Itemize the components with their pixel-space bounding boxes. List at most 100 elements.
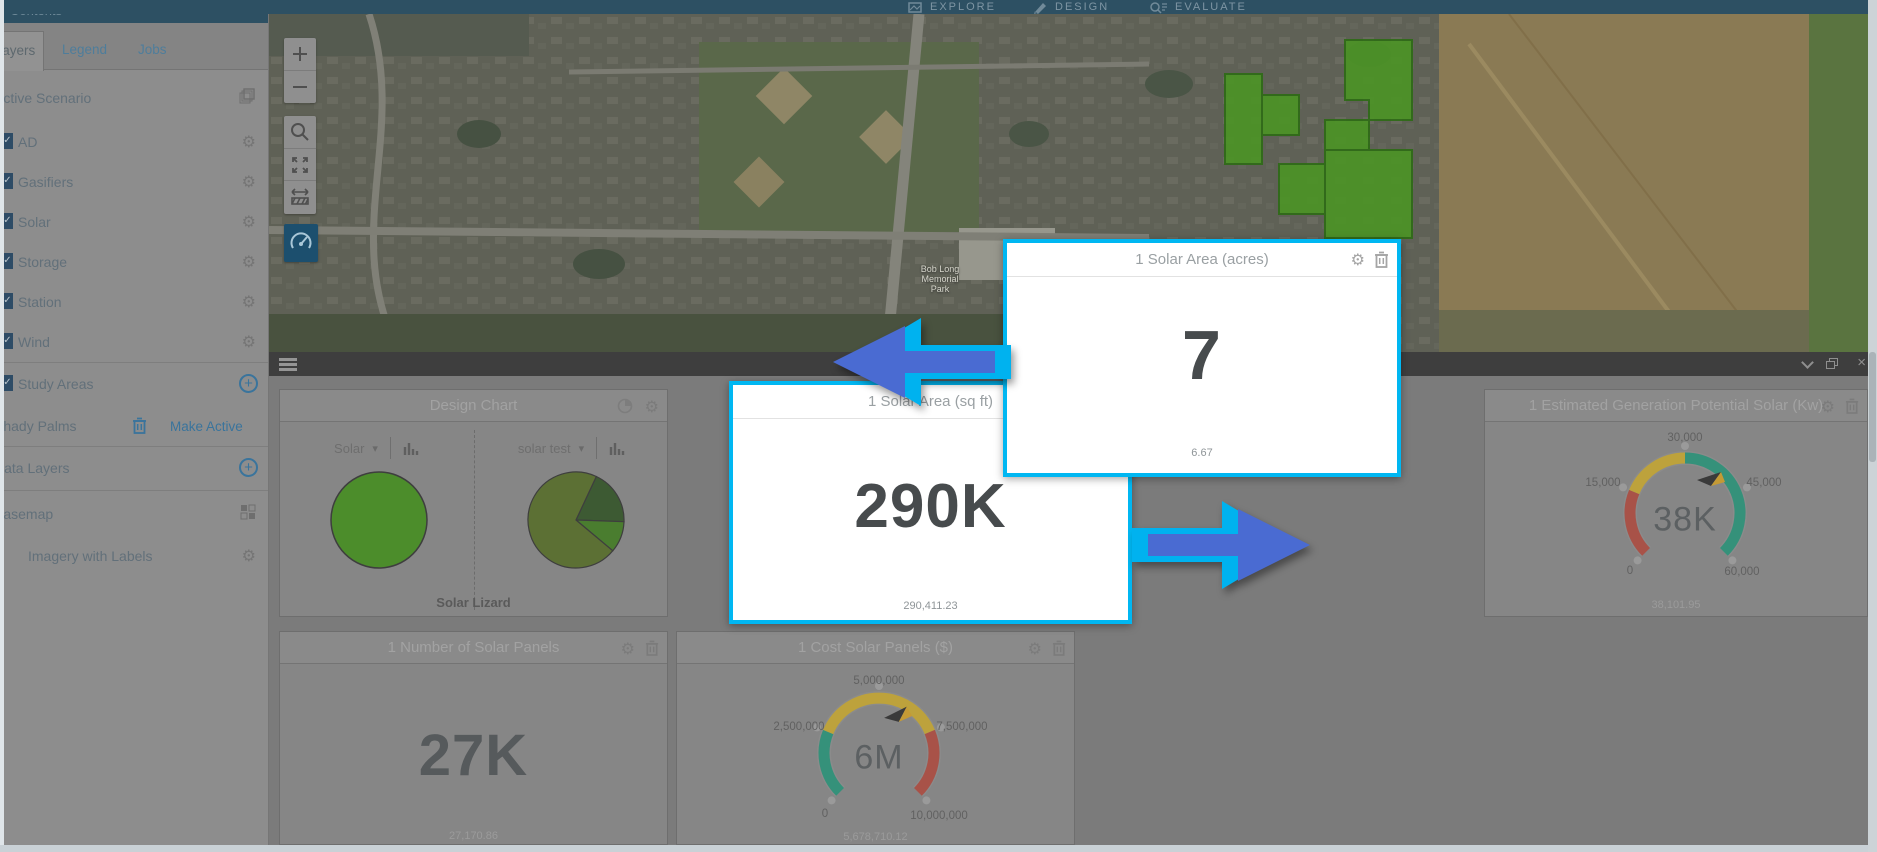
chart-footer-label: Solar Lizard xyxy=(280,595,667,610)
data-layers-row: Data Layers + xyxy=(0,452,268,486)
layer-label: Solar xyxy=(18,214,51,230)
bar-chart-icon[interactable] xyxy=(609,441,625,456)
nav-design-label: DESIGN xyxy=(1055,1,1109,13)
layer-gear-icon[interactable]: ⚙ xyxy=(242,252,256,271)
basemap-label: Basemap xyxy=(0,506,53,522)
search-icon xyxy=(284,116,316,148)
zoom-out-button[interactable] xyxy=(284,70,316,102)
basemap-item-label: Imagery with Labels xyxy=(28,548,153,564)
add-study-area-button[interactable]: + xyxy=(239,374,258,393)
gauge-tick: 0 xyxy=(1627,565,1633,577)
kpi-value: 290K xyxy=(733,471,1128,542)
collapse-dashboard-icon[interactable] xyxy=(1801,356,1814,369)
dashboard-menu-icon[interactable] xyxy=(279,358,297,370)
dashboard-toggle-button[interactable] xyxy=(284,224,318,262)
scenario-pages-icon[interactable] xyxy=(239,88,256,110)
study-areas-row: ✓ Study Areas + xyxy=(0,368,268,402)
panel-settings-icon[interactable]: ⚙ xyxy=(1821,397,1835,416)
layer-row: ✓ Wind ⚙ xyxy=(0,326,268,360)
delete-study-area-icon[interactable] xyxy=(132,417,147,439)
panel-delete-icon[interactable] xyxy=(1845,398,1859,419)
layer-gear-icon[interactable]: ⚙ xyxy=(242,332,256,351)
scrollbar-thumb[interactable] xyxy=(1869,352,1876,462)
gauge-tick: 7,500,000 xyxy=(936,721,987,733)
gauge-tick: 30,000 xyxy=(1667,432,1702,444)
measure-swipe-button[interactable] xyxy=(284,180,316,212)
default-extent-button[interactable] xyxy=(284,148,316,180)
solar-area-acres-card[interactable]: 1 Solar Area (acres) ⚙ 7 6.67 xyxy=(1003,239,1401,477)
panel-title: 1 Cost Solar Panels ($) xyxy=(677,632,1074,664)
page-scrollbar[interactable] xyxy=(1868,0,1877,852)
data-layers-label: Data Layers xyxy=(0,460,69,476)
panel-settings-icon[interactable]: ⚙ xyxy=(1028,639,1042,658)
nav-evaluate-label: EVALUATE xyxy=(1175,1,1247,13)
gauge-tick: 45,000 xyxy=(1746,477,1781,489)
divider xyxy=(0,446,268,447)
card-settings-icon[interactable]: ⚙ xyxy=(1351,250,1365,269)
layer-label: Station xyxy=(18,294,62,310)
nav-design[interactable]: DESIGN xyxy=(1033,0,1109,14)
kpi-value: 7 xyxy=(1007,315,1397,395)
study-area-item-row: Shady Palms Make Active xyxy=(0,410,268,444)
study-area-item-label: Shady Palms xyxy=(0,418,76,434)
basemap-row: Basemap xyxy=(0,498,268,532)
nav-explore-label: EXPLORE xyxy=(930,1,996,13)
minus-icon xyxy=(284,71,316,103)
nav-explore[interactable]: EXPLORE xyxy=(908,0,996,14)
panel-title: Design Chart xyxy=(280,390,667,422)
study-areas-label: Study Areas xyxy=(18,376,94,392)
pie-chart-solar xyxy=(324,465,434,575)
layer-gear-icon[interactable]: ⚙ xyxy=(242,132,256,151)
bar-chart-icon[interactable] xyxy=(403,441,419,456)
close-dashboard-icon[interactable]: × xyxy=(1857,354,1866,371)
divider xyxy=(596,437,597,459)
panel-header: 1 Cost Solar Panels ($) ⚙ xyxy=(677,632,1074,664)
geoplanner-app: EXPLORE DESIGN EVALUATE Contents « Layer… xyxy=(0,0,1877,852)
layer-gear-icon[interactable]: ⚙ xyxy=(242,212,256,231)
layer-gear-icon[interactable]: ⚙ xyxy=(242,292,256,311)
chart-type-icon[interactable] xyxy=(617,398,633,419)
gauge-tick: 60,000 xyxy=(1724,566,1759,578)
explore-icon xyxy=(908,1,923,14)
nav-evaluate[interactable]: EVALUATE xyxy=(1150,0,1247,14)
layer-row: ✓ Station ⚙ xyxy=(0,286,268,320)
layer-label: AD xyxy=(18,134,37,150)
map-place-label: Bob Long Memorial Park xyxy=(905,264,975,294)
basemap-grid-icon[interactable] xyxy=(240,504,256,525)
layer-row: ✓ Solar ⚙ xyxy=(0,206,268,240)
sidebar-tabs: Layers Legend Jobs xyxy=(0,23,268,70)
basemap-item-row: Imagery with Labels ⚙ xyxy=(0,540,268,574)
layer-label: Storage xyxy=(18,254,67,270)
layer-gear-icon[interactable]: ⚙ xyxy=(242,172,256,191)
gauge-tick: 0 xyxy=(822,808,828,820)
panel-delete-icon[interactable] xyxy=(1052,640,1066,661)
layer-row: ✓ AD ⚙ xyxy=(0,126,268,160)
make-active-link[interactable]: Make Active xyxy=(170,419,243,434)
search-map-button[interactable] xyxy=(284,116,316,148)
zoom-in-button[interactable] xyxy=(284,38,316,70)
basemap-gear-icon[interactable]: ⚙ xyxy=(242,546,256,565)
add-data-layer-button[interactable]: + xyxy=(239,458,258,477)
tab-jobs[interactable]: Jobs xyxy=(128,31,177,71)
panel-settings-icon[interactable]: ⚙ xyxy=(645,397,659,416)
potential-solar-panel: 1 Estimated Generation Potential Solar (… xyxy=(1484,389,1868,617)
top-nav-bar: EXPLORE DESIGN EVALUATE xyxy=(0,0,1877,14)
tab-layers[interactable]: Layers xyxy=(0,31,44,71)
card-delete-icon[interactable] xyxy=(1374,251,1389,273)
restore-dashboard-icon[interactable] xyxy=(1826,358,1838,369)
panel-delete-icon[interactable] xyxy=(645,640,659,661)
select-caret-icon[interactable]: ▾ xyxy=(579,442,585,455)
panel-settings-icon[interactable]: ⚙ xyxy=(621,639,635,658)
contents-sidebar: Contents « Layers Legend Jobs Active Sce… xyxy=(0,0,269,852)
layer-select[interactable]: solar test xyxy=(518,441,571,456)
layer-select[interactable]: Solar xyxy=(334,441,364,456)
layer-label: Wind xyxy=(18,334,50,350)
tab-legend[interactable]: Legend xyxy=(52,31,117,71)
layer-row: ✓ Storage ⚙ xyxy=(0,246,268,280)
kpi-value: 27K xyxy=(280,722,667,789)
card-header: 1 Solar Area (acres) ⚙ xyxy=(1007,243,1397,277)
cost-solar-panel: 1 Cost Solar Panels ($) ⚙ xyxy=(676,631,1075,845)
select-caret-icon[interactable]: ▾ xyxy=(372,442,378,455)
active-scenario-label: Active Scenario xyxy=(0,90,91,106)
zoom-toolbar xyxy=(284,38,316,103)
